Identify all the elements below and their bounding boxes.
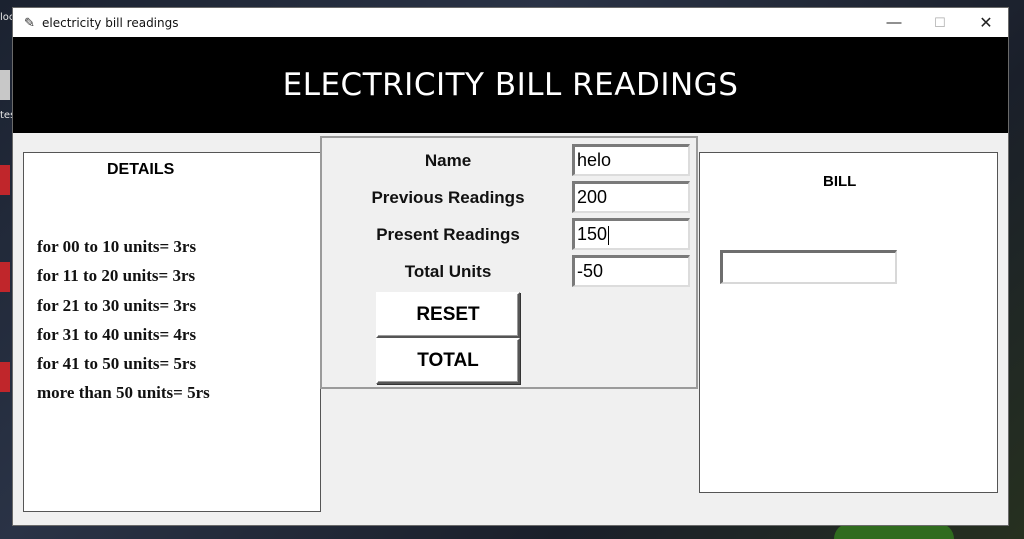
minimize-button[interactable]: — xyxy=(871,8,917,37)
present-readings-value: 150 xyxy=(577,224,608,244)
previous-readings-value: 200 xyxy=(577,187,608,207)
rate-item: for 11 to 20 units= 3rs xyxy=(37,266,196,286)
details-panel: DETAILS for 00 to 10 units= 3rs for 11 t… xyxy=(23,152,321,512)
total-units-field[interactable]: -50 xyxy=(572,255,690,287)
text-cursor xyxy=(608,225,610,245)
page-title: ELECTRICITY BILL READINGS xyxy=(282,67,739,103)
previous-readings-label: Previous Readings xyxy=(371,188,525,207)
maximize-button[interactable]: ☐ xyxy=(917,8,963,37)
previous-readings-field[interactable]: 200 xyxy=(572,181,690,213)
close-button[interactable]: ✕ xyxy=(963,8,1009,37)
rate-item: for 00 to 10 units= 3rs xyxy=(37,237,197,256)
present-readings-field[interactable]: 150 xyxy=(572,218,690,250)
present-readings-label: Present Readings xyxy=(376,225,520,244)
total-units-label: Total Units xyxy=(404,262,492,281)
header-banner: ELECTRICITY BILL READINGS xyxy=(13,37,1008,133)
title-bar[interactable]: ✎ electricity bill readings — ☐ ✕ xyxy=(13,8,1008,37)
bill-output-field[interactable] xyxy=(720,250,897,284)
rate-item: more than 50 units= 5rs xyxy=(37,383,210,403)
window-title: electricity bill readings xyxy=(42,16,179,30)
feather-icon: ✎ xyxy=(24,15,35,30)
rates-list: for 00 to 10 units= 3rs for 11 to 20 uni… xyxy=(37,237,210,413)
total-units-value: -50 xyxy=(577,261,604,281)
reset-button[interactable]: RESET xyxy=(376,292,520,338)
desktop-icon[interactable] xyxy=(0,262,10,292)
desktop-icon[interactable] xyxy=(0,362,10,392)
details-heading: DETAILS xyxy=(107,161,175,178)
app-window: ✎ electricity bill readings — ☐ ✕ ELECTR… xyxy=(13,8,1008,525)
bill-heading: BILL xyxy=(823,173,857,190)
total-button[interactable]: TOTAL xyxy=(376,338,520,384)
readings-form: Name helo Previous Readings 200 Present … xyxy=(320,136,698,389)
name-field-value: helo xyxy=(577,150,612,170)
name-label: Name xyxy=(424,151,472,170)
desktop-icon[interactable] xyxy=(0,165,10,195)
desktop-icon[interactable] xyxy=(0,70,10,100)
bill-panel: BILL xyxy=(699,152,998,493)
name-field[interactable]: helo xyxy=(572,144,690,176)
rate-item: for 41 to 50 units= 5rs xyxy=(37,354,197,374)
wallpaper-leaf xyxy=(834,523,954,539)
rate-item: for 31 to 40 units= 4rs xyxy=(37,324,197,344)
rate-item: for 21 to 30 units= 3rs xyxy=(37,295,197,315)
